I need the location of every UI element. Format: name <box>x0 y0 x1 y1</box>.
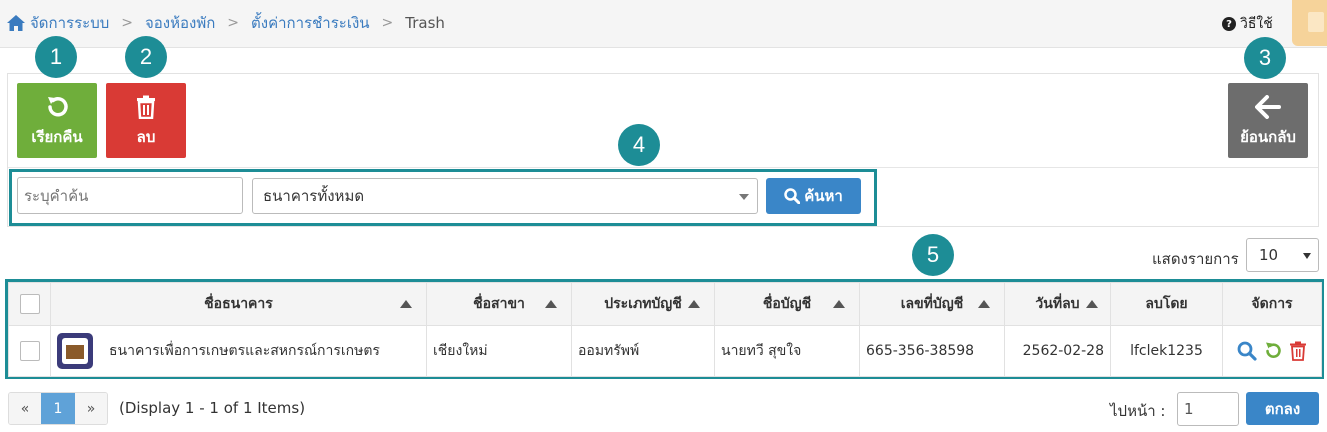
select-all-checkbox[interactable] <box>19 294 40 314</box>
next-page-button[interactable]: » <box>75 393 107 424</box>
goto-page-value: 1 <box>1184 400 1194 418</box>
table-header-row: ชื่อธนาคาร ชื่อสาขา ประเภทบัญชี ชื่อบัญช… <box>8 282 1322 326</box>
pagination: « 1 » <box>8 392 108 425</box>
column-header-actions: จัดการ <box>1222 282 1322 326</box>
sort-up-icon <box>688 300 700 308</box>
sort-up-icon <box>833 300 845 308</box>
breadcrumb-separator: > <box>227 15 240 31</box>
column-label: ลบโดย <box>1145 296 1188 312</box>
annotation-badge-2: 2 <box>125 36 167 78</box>
column-header-account-no[interactable]: เลขที่บัญชี <box>859 282 1005 326</box>
row-checkbox[interactable] <box>19 341 40 361</box>
annotation-badge-5: 5 <box>912 234 954 276</box>
bank-logo <box>57 333 93 369</box>
search-button-label: ค้นหา <box>804 187 843 205</box>
help-link[interactable]: ? วิธีใช้ <box>1222 13 1273 35</box>
column-header-branch[interactable]: ชื่อสาขา <box>426 282 572 326</box>
goto-page-button[interactable]: ตกลง <box>1246 392 1319 425</box>
column-label: ชื่อธนาคาร <box>204 296 273 312</box>
annotation-badge-1: 1 <box>35 36 77 78</box>
annotation-badge-4: 4 <box>618 124 660 166</box>
trash-icon <box>137 95 155 119</box>
breadcrumb: จัดการระบบ > จองห้องพัก > ตั้งค่าการชำระ… <box>6 11 445 35</box>
branch-cell: เชียงใหม่ <box>426 325 572 377</box>
book-icon <box>1308 12 1324 32</box>
delete-label: ลบ <box>136 128 156 146</box>
breadcrumb-item-payment-settings[interactable]: ตั้งค่าการชำระเงิน <box>251 11 370 35</box>
deleted-by-cell: lfclek1235 <box>1110 325 1223 377</box>
deleted-date-cell: 2562-02-28 <box>1004 325 1111 377</box>
trash-table: ชื่อธนาคาร ชื่อสาขา ประเภทบัญชี ชื่อบัญช… <box>8 282 1322 377</box>
actions-cell <box>1222 325 1322 377</box>
select-all-cell <box>8 282 51 326</box>
bank-filter-value: ธนาคารทั้งหมด <box>263 187 365 205</box>
column-header-bank[interactable]: ชื่อธนาคาร <box>50 282 427 326</box>
page-1-button[interactable]: 1 <box>41 393 75 424</box>
page-size-value: 10 <box>1259 246 1279 264</box>
column-label: ประเภทบัญชี <box>604 296 682 312</box>
search-input[interactable] <box>17 177 243 214</box>
goto-page-input[interactable]: 1 <box>1177 392 1239 426</box>
back-label: ย้อนกลับ <box>1240 128 1296 146</box>
sort-up-icon <box>400 300 412 308</box>
delete-button[interactable]: ลบ <box>106 83 186 158</box>
breadcrumb-item-trash: Trash <box>405 14 445 32</box>
page-size-select[interactable]: 10 <box>1246 238 1319 272</box>
annotation-badge-3: 3 <box>1244 37 1286 79</box>
bank-cell: ธนาคารเพื่อการเกษตรและสหกรณ์การเกษตร <box>50 325 427 377</box>
restore-label: เรียกคืน <box>31 128 83 146</box>
prev-page-button[interactable]: « <box>9 393 41 424</box>
restore-button[interactable]: เรียกคืน <box>17 83 97 158</box>
sort-up-icon <box>1086 300 1098 308</box>
column-label: จัดการ <box>1251 296 1293 312</box>
column-header-deleted-date[interactable]: วันที่ลบ <box>1004 282 1111 326</box>
help-label: วิธีใช้ <box>1240 16 1273 32</box>
sort-up-icon <box>978 300 990 308</box>
column-header-account-name[interactable]: ชื่อบัญชี <box>714 282 860 326</box>
caret-down-icon <box>1303 253 1311 259</box>
search-button[interactable]: ค้นหา <box>766 178 861 214</box>
account-no-cell: 665-356-38598 <box>859 325 1005 377</box>
column-label: วันที่ลบ <box>1035 296 1080 312</box>
breadcrumb-item-booking[interactable]: จองห้องพัก <box>145 11 215 35</box>
breadcrumb-separator: > <box>381 15 394 31</box>
pagination-info: (Display 1 - 1 of 1 Items) <box>119 399 306 417</box>
restore-row-icon[interactable] <box>1263 341 1283 361</box>
undo-icon <box>48 97 68 117</box>
account-type-cell: ออมทรัพพ์ <box>571 325 715 377</box>
page-size-label: แสดงรายการ <box>1152 250 1239 268</box>
question-circle-icon: ? <box>1222 17 1236 31</box>
bank-name: ธนาคารเพื่อการเกษตรและสหกรณ์การเกษตร <box>109 343 380 359</box>
home-icon[interactable] <box>6 14 26 32</box>
column-label: เลขที่บัญชี <box>900 296 964 312</box>
table-row: ธนาคารเพื่อการเกษตรและสหกรณ์การเกษตร เชี… <box>8 325 1322 377</box>
caret-down-icon <box>739 194 749 200</box>
manual-tab[interactable] <box>1292 0 1327 46</box>
column-label: ชื่อสาขา <box>473 296 525 312</box>
column-header-account-type[interactable]: ประเภทบัญชี <box>571 282 715 326</box>
row-select-cell <box>8 325 51 377</box>
account-name-cell: นายทวี สุขใจ <box>714 325 860 377</box>
goto-button-label: ตกลง <box>1264 399 1301 418</box>
delete-row-icon[interactable] <box>1289 341 1307 361</box>
column-header-deleted-by: ลบโดย <box>1110 282 1223 326</box>
panel-divider <box>8 167 1318 168</box>
search-icon <box>784 188 801 204</box>
column-label: ชื่อบัญชี <box>762 296 812 312</box>
bank-filter-select[interactable]: ธนาคารทั้งหมด <box>252 178 758 214</box>
breadcrumb-separator: > <box>121 15 133 31</box>
goto-page-label: ไปหน้า : <box>1110 402 1166 420</box>
view-search-icon[interactable] <box>1237 341 1257 361</box>
back-button[interactable]: ย้อนกลับ <box>1228 83 1308 158</box>
breadcrumb-item-system[interactable]: จัดการระบบ <box>30 11 109 35</box>
arrow-left-icon <box>1255 95 1281 119</box>
sort-up-icon <box>545 300 557 308</box>
